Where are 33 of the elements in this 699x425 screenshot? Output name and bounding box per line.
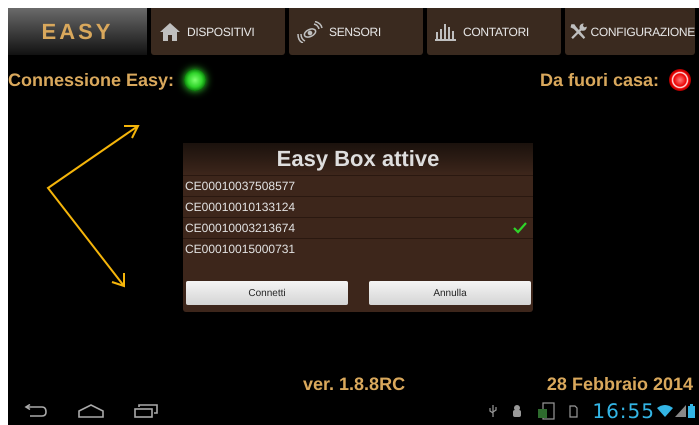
sensor-icon xyxy=(297,20,323,42)
easy-logo-tab[interactable]: EASY xyxy=(8,8,147,55)
house-icon xyxy=(159,22,181,42)
nav-tab[interactable]: CONFIGURAZIONE xyxy=(565,8,695,55)
status-label: Connessione Easy: xyxy=(8,70,174,90)
sd-card-icon xyxy=(569,404,578,418)
connect-button[interactable]: Connetti xyxy=(186,281,348,305)
box-list-item[interactable]: CE00010010133124 xyxy=(183,196,533,217)
battery-icon xyxy=(688,404,695,418)
status-label: Da fuori casa: xyxy=(540,70,659,90)
dialog-title: Easy Box attive xyxy=(183,143,533,175)
nav-tab[interactable]: CONTATORI xyxy=(427,8,561,55)
box-id: CE00010010133124 xyxy=(185,200,296,214)
box-id: CE00010037508577 xyxy=(185,179,296,193)
usb-icon xyxy=(489,404,498,418)
signal-icon xyxy=(675,405,686,417)
nav-tab[interactable]: DISPOSITIVI xyxy=(151,8,285,55)
box-list-item[interactable]: CE00010003213674 xyxy=(183,217,533,238)
device-icon xyxy=(537,402,556,420)
box-id: CE00010015000731 xyxy=(185,242,296,256)
recent-apps-icon[interactable] xyxy=(134,404,158,418)
cancel-button[interactable]: Annulla xyxy=(369,281,531,305)
clock-time: 16:55 xyxy=(592,399,655,423)
box-id: CE00010003213674 xyxy=(185,221,296,235)
date-label: 28 Febbraio 2014 xyxy=(546,374,693,394)
bar-chart-icon xyxy=(435,22,457,40)
version-label: ver. 1.8.8RC xyxy=(303,374,406,394)
box-list-item[interactable]: CE00010037508577 xyxy=(183,175,533,196)
home-icon[interactable] xyxy=(78,404,104,418)
back-icon[interactable] xyxy=(22,404,48,418)
nav-tab[interactable]: SENSORI xyxy=(289,8,423,55)
wifi-icon xyxy=(657,405,673,417)
box-list-item[interactable]: CE00010015000731 xyxy=(183,238,533,259)
